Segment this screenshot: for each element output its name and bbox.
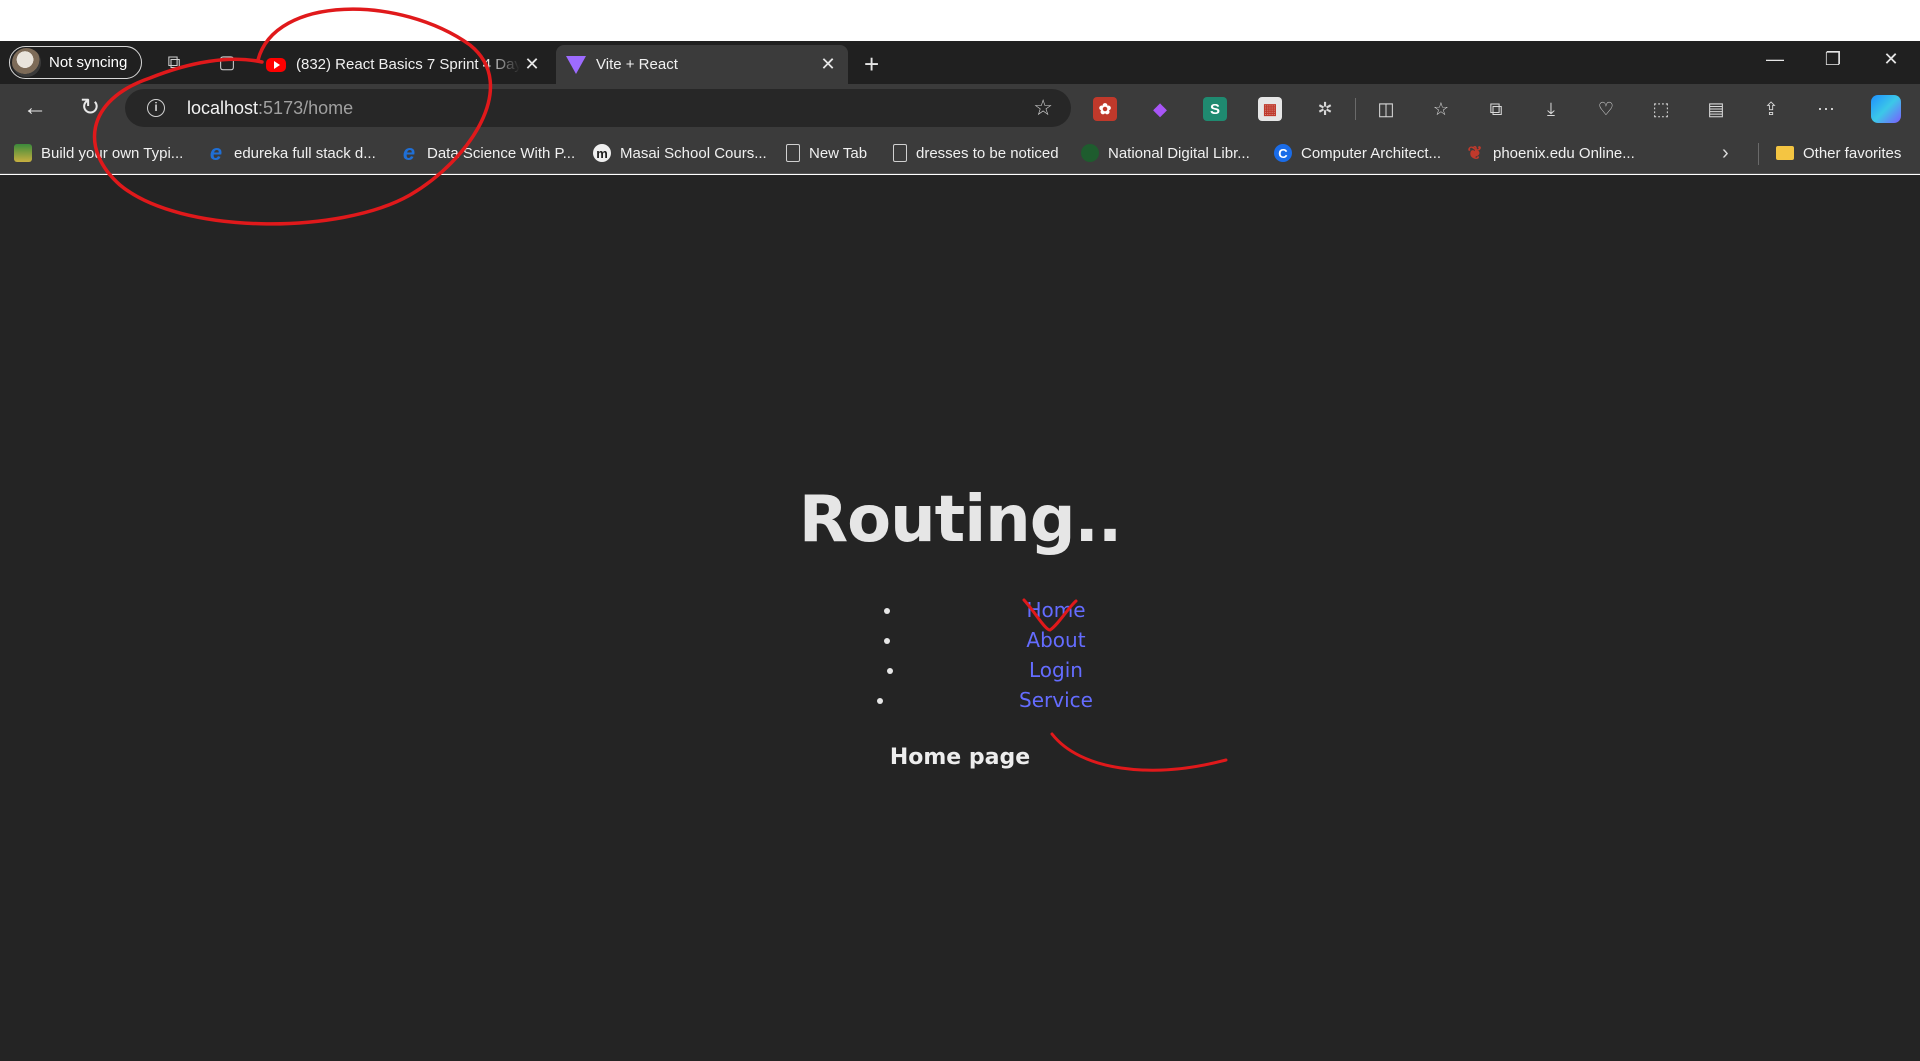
nav-list-item: Home	[850, 595, 1120, 625]
ndl-icon	[1081, 144, 1099, 162]
page-title: Routing..	[798, 483, 1122, 557]
nav-list-item: About	[850, 625, 1120, 655]
address-bar[interactable]: i localhost:5173/home ☆	[125, 89, 1071, 127]
bookmark-separator	[1758, 143, 1759, 165]
screen-top-margin	[0, 0, 1920, 41]
tab-strip: Not syncing ⧉ ▢ (832) React Basics 7 Spr…	[0, 41, 1920, 84]
workspaces-icon[interactable]: ⧉	[163, 51, 185, 73]
phoenix-icon: ❦	[1467, 142, 1483, 163]
folder-icon	[1776, 146, 1794, 160]
nav-link-about[interactable]: About	[1026, 625, 1085, 655]
site-info-icon[interactable]: i	[147, 99, 165, 117]
avatar	[12, 48, 41, 77]
page-viewport: Routing.. Home About Login Service Home …	[0, 175, 1920, 1061]
screenshot-icon[interactable]: ⬚	[1649, 97, 1673, 121]
edureka-icon: e	[402, 140, 416, 165]
copilot-icon[interactable]	[1871, 95, 1901, 123]
close-window-icon[interactable]: ✕	[1871, 49, 1911, 70]
bookmark-item[interactable]: National Digital Libr...	[1081, 142, 1250, 164]
masai-icon: m	[593, 144, 611, 162]
toolbar: ← ↻ i localhost:5173/home ☆ ✿ ◆ S ▦ ✲ ◫ …	[0, 84, 1920, 133]
split-screen-icon[interactable]: ◫	[1374, 97, 1398, 121]
bookmark-item[interactable]: e edureka full stack d...	[207, 140, 376, 165]
nav-link-service[interactable]: Service	[1019, 685, 1093, 715]
nav-list-item: Service	[850, 685, 1120, 715]
bookmark-item[interactable]: m Masai School Cours...	[593, 142, 767, 164]
favorites-icon[interactable]: ☆	[1429, 97, 1453, 121]
bookmark-item[interactable]: dresses to be noticed	[893, 142, 1059, 164]
tab-title: Vite + React	[596, 56, 678, 73]
reading-view-icon[interactable]: ▤	[1704, 97, 1728, 121]
page-icon	[893, 144, 907, 162]
minimize-icon[interactable]: —	[1755, 49, 1795, 70]
tab-youtube[interactable]: (832) React Basics 7 Sprint 4 Day 3 ✕	[256, 45, 552, 84]
downloads-icon[interactable]: ⤓	[1539, 97, 1563, 121]
favorite-star-icon[interactable]: ☆	[1033, 95, 1053, 121]
bookmark-item[interactable]: e Data Science With P...	[400, 140, 575, 165]
more-bookmarks-chevron-icon[interactable]: ›	[1722, 142, 1729, 164]
back-arrow-icon[interactable]: ←	[21, 94, 49, 122]
profile-label: Not syncing	[49, 54, 128, 71]
other-favorites[interactable]: Other favorites	[1776, 142, 1901, 164]
bookmark-item[interactable]: New Tab	[786, 142, 867, 164]
bookmark-item[interactable]: ❦ phoenix.edu Online...	[1466, 142, 1634, 164]
tab-actions-icon[interactable]: ▢	[216, 51, 238, 73]
url-text: localhost:5173/home	[187, 98, 354, 118]
refresh-icon[interactable]: ↻	[76, 94, 104, 122]
new-tab-button[interactable]: +	[864, 49, 879, 80]
tab-title: (832) React Basics 7 Sprint 4 Day 3	[296, 56, 520, 73]
nav-list-item: Login	[850, 655, 1120, 685]
edureka-icon: e	[209, 140, 223, 165]
restore-icon[interactable]: ❐	[1813, 49, 1853, 70]
current-page-text: Home page	[889, 745, 1031, 770]
bookmark-item[interactable]: C Computer Architect...	[1274, 142, 1441, 164]
extensions-puzzle-icon[interactable]: ✲	[1313, 97, 1337, 121]
flag-favicon-icon	[14, 144, 32, 162]
close-tab-icon[interactable]: ✕	[816, 54, 840, 75]
collections-icon[interactable]: ⧉	[1484, 97, 1508, 121]
share-icon[interactable]: ⇪	[1759, 97, 1783, 121]
more-menu-icon[interactable]: ⋯	[1814, 97, 1838, 121]
bookmark-item[interactable]: Build your own Typi...	[14, 142, 183, 164]
youtube-icon	[266, 57, 286, 72]
vite-icon	[566, 55, 586, 74]
nav-link-login[interactable]: Login	[1029, 655, 1083, 685]
nav-link-home[interactable]: Home	[1026, 595, 1085, 625]
c-icon: C	[1274, 144, 1292, 162]
extension-purple-icon[interactable]: ◆	[1148, 97, 1172, 121]
tab-vite-react[interactable]: Vite + React ✕	[556, 45, 848, 84]
browser-essentials-icon[interactable]: ♡	[1594, 97, 1618, 121]
bookmarks-bar: Build your own Typi... e edureka full st…	[0, 133, 1920, 174]
extension-s-icon[interactable]: S	[1203, 97, 1227, 121]
close-tab-icon[interactable]: ✕	[520, 54, 544, 75]
profile-button[interactable]: Not syncing	[9, 46, 142, 79]
page-icon	[786, 144, 800, 162]
nav-list: Home About Login Service	[850, 595, 1120, 715]
toolbar-separator	[1355, 98, 1356, 120]
extension-calendar-icon[interactable]: ▦	[1258, 97, 1282, 121]
extension-red-icon[interactable]: ✿	[1093, 97, 1117, 121]
